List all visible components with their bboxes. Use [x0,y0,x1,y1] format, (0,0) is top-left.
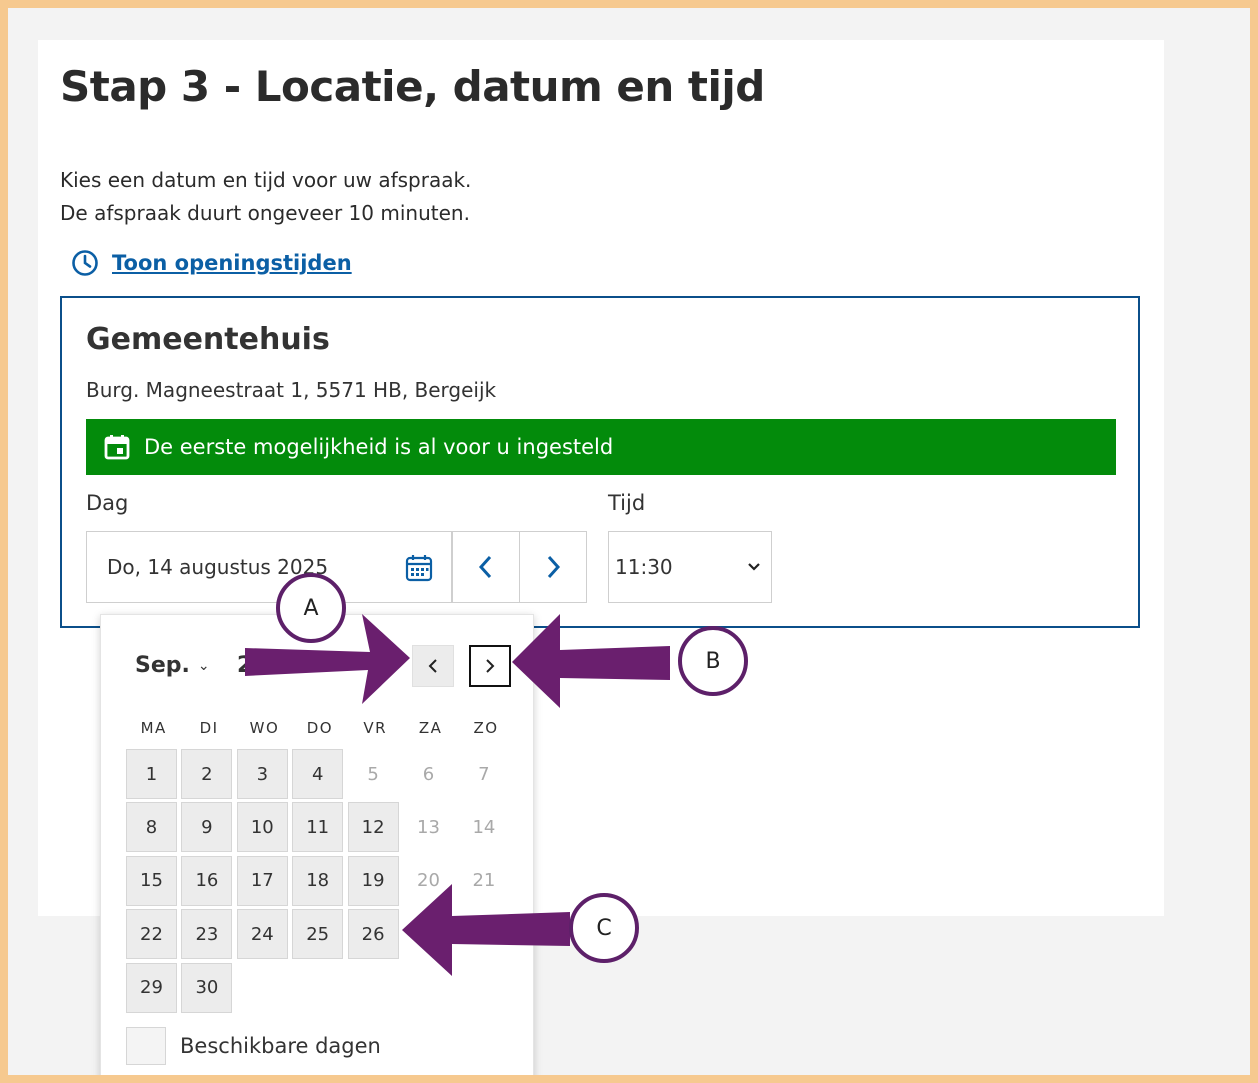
chevron-left-icon [428,659,437,673]
day-cell[interactable]: 23 [181,909,233,960]
day-cell: 21 [472,870,496,892]
day-cell[interactable]: 24 [236,909,288,960]
day-cell: 20 [417,870,440,892]
day-cell: 5 [367,763,379,785]
day-cell[interactable]: 19 [347,855,399,906]
month-value: Sep. [135,653,190,678]
chevron-left-icon [478,555,492,579]
calendar-event-icon [104,435,130,460]
day-cell[interactable]: 11 [292,802,344,853]
date-value: Do, 14 augustus 2025 [107,555,329,579]
day-cell[interactable]: 1 [126,749,177,799]
chevron-right-icon [486,659,495,673]
chevron-right-icon [547,555,561,579]
previous-day-button[interactable] [452,531,520,603]
weekday-label: VR [363,719,388,737]
time-value: 11:30 [615,555,673,579]
weekday-label: MA [140,719,167,737]
weekday-label: DO [306,719,334,737]
next-day-button[interactable] [519,531,587,603]
banner-text: De eerste mogelijkheid is al voor u inge… [144,435,614,459]
day-cell[interactable]: 2 [181,749,233,799]
day-cell: 7 [478,763,490,785]
intro-text: Kies een datum en tijd voor uw afspraak.… [60,164,471,230]
day-cell: 13 [417,816,440,838]
annotation-marker-a: A [276,573,346,643]
day-cell[interactable]: 4 [292,749,344,799]
legend-swatch [126,1027,166,1065]
opening-hours-link[interactable]: Toon openingstijden [70,248,352,278]
date-picker-popup: Sep. ⌄ 2 MA DI WO DO VR ZA ZO 1 2 3 4 5 6 7 8 9 10 11 12 1… [100,614,534,1075]
day-cell[interactable]: 10 [236,802,288,853]
weekday-label: ZO [473,719,499,737]
day-cell[interactable]: 17 [236,855,288,906]
legend: Beschikbare dagen [126,1027,381,1065]
day-cell: 6 [422,763,435,785]
day-cell[interactable]: 30 [181,962,233,1013]
date-input[interactable]: Do, 14 augustus 2025 [86,531,452,603]
calendar-icon[interactable] [405,554,433,582]
day-cell[interactable]: 29 [126,962,177,1013]
location-name: Gemeentehuis [86,322,330,357]
clock-icon [72,250,98,276]
chevron-down-icon [748,563,760,571]
annotation-marker-c: C [569,893,639,963]
day-cell[interactable]: 18 [292,855,344,906]
day-label: Dag [86,491,129,515]
weekday-header: MA DI WO DO VR ZA ZO [126,719,514,737]
time-label: Tijd [608,491,646,515]
month-select[interactable]: Sep. ⌄ [135,653,210,678]
day-cell[interactable]: 25 [292,909,344,960]
intro-line-2: De afspraak duurt ongeveer 10 minuten. [60,201,470,225]
location-box: Gemeentehuis Burg. Magneestraat 1, 5571 … [60,296,1140,628]
day-cell[interactable]: 9 [181,802,233,853]
intro-line-1: Kies een datum en tijd voor uw afspraak. [60,168,472,192]
day-cell[interactable]: 22 [126,909,177,960]
page-title: Stap 3 - Locatie, datum en tijd [60,62,765,111]
next-month-button[interactable] [469,645,511,687]
first-option-banner: De eerste mogelijkheid is al voor u inge… [86,419,1116,475]
weekday-label: ZA [418,719,443,737]
day-cell[interactable]: 15 [126,855,177,906]
legend-label: Beschikbare dagen [180,1034,381,1058]
day-cell: 14 [472,816,496,838]
day-cell[interactable]: 8 [126,802,177,853]
year-select[interactable]: 2 [237,653,252,678]
annotation-marker-b: B [678,626,748,696]
opening-hours-label: Toon openingstijden [112,251,352,275]
weekday-label: DI [199,719,219,737]
weekday-label: WO [249,719,280,737]
time-select[interactable]: 11:30 [608,531,772,603]
previous-month-button[interactable] [412,645,454,687]
day-cell[interactable]: 3 [236,749,288,799]
day-cell[interactable]: 16 [181,855,233,906]
chevron-down-icon: ⌄ [197,657,210,674]
day-cell[interactable]: 12 [347,802,399,853]
location-address: Burg. Magneestraat 1, 5571 HB, Bergeijk [86,378,497,402]
day-cell[interactable]: 26 [347,909,399,960]
